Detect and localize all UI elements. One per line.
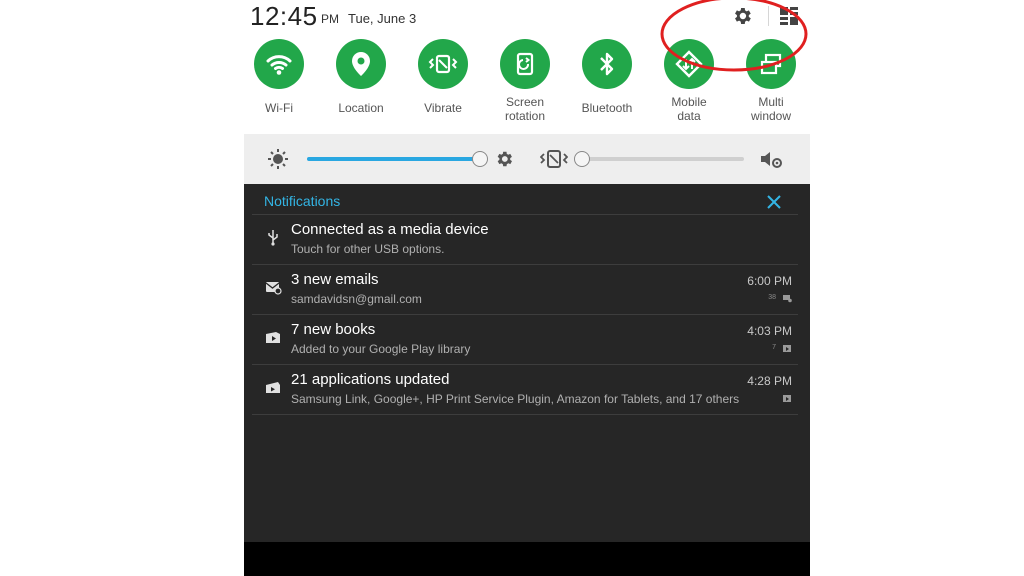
toggle-label: Bluetooth — [581, 101, 633, 115]
vibrate-icon — [428, 54, 458, 74]
toggle-wifi[interactable]: Wi-Fi — [244, 39, 314, 134]
toggle-circle — [582, 39, 632, 89]
notifications-header: Notifications — [264, 193, 341, 209]
navigation-bar — [244, 542, 810, 576]
notification-title: 21 applications updated — [291, 371, 450, 388]
toggle-label: Mobile data — [671, 95, 707, 123]
notification-title: 7 new books — [291, 321, 376, 338]
notification-time: 6:00 PM — [747, 274, 792, 288]
slider-bar — [244, 134, 810, 184]
notification-item-email[interactable]: 3 new emails samdavidsn@gmail.com 6:00 P… — [252, 265, 798, 315]
location-icon — [352, 52, 370, 76]
toggle-label: Vibrate — [424, 101, 462, 115]
play-store-small-icon — [783, 395, 791, 402]
status-date: Tue, June 3 — [348, 11, 417, 26]
vibrate-mode-icon[interactable] — [540, 148, 568, 170]
email-icon — [265, 282, 282, 295]
clock-time: 12:45 — [250, 1, 318, 31]
toggle-label: Wi-Fi — [265, 101, 293, 115]
auto-brightness-gear-icon[interactable] — [494, 149, 514, 169]
notification-subtitle: Samsung Link, Google+, HP Print Service … — [291, 392, 740, 406]
toggle-circle — [500, 39, 550, 89]
notification-title: 3 new emails — [291, 271, 379, 288]
email-small-icon — [783, 295, 792, 303]
notification-subtitle: Touch for other USB options. — [291, 242, 445, 256]
usb-icon — [268, 230, 278, 246]
notification-item-apps-updated[interactable]: 21 applications updated Samsung Link, Go… — [252, 365, 798, 415]
play-store-icon — [266, 382, 280, 393]
screen-rotation-icon — [516, 52, 534, 76]
notification-item-usb[interactable]: Connected as a media device Touch for ot… — [252, 215, 798, 265]
item-divider — [252, 414, 798, 415]
annotation-circle — [660, 0, 808, 72]
notification-title: Connected as a media device — [291, 221, 489, 238]
brightness-slider[interactable] — [307, 157, 480, 161]
wifi-icon — [266, 55, 292, 75]
notification-count: 7 — [772, 344, 776, 351]
notification-subtitle: Added to your Google Play library — [291, 342, 471, 356]
toggle-bluetooth[interactable]: Bluetooth — [572, 39, 642, 134]
volume-slider[interactable] — [580, 157, 744, 161]
toggle-label: Screen rotation — [504, 95, 546, 123]
notification-panel: 12:45 PM Tue, June 3 Wi-Fi Location Vibr… — [244, 0, 810, 576]
notifications-list: Notifications Connected as a media devic… — [244, 184, 810, 542]
notification-time: 4:28 PM — [747, 374, 792, 388]
sound-settings-icon[interactable] — [759, 148, 783, 170]
toggle-screen-rotation[interactable]: Screen rotation — [490, 39, 560, 134]
toggle-circle — [418, 39, 468, 89]
toggle-circle — [336, 39, 386, 89]
play-books-small-icon — [783, 345, 791, 352]
toggle-vibrate[interactable]: Vibrate — [408, 39, 478, 134]
notification-item-books[interactable]: 7 new books Added to your Google Play li… — [252, 315, 798, 365]
notification-time: 4:03 PM — [747, 324, 792, 338]
toggle-label: Multi window — [750, 95, 792, 123]
toggle-circle — [254, 39, 304, 89]
bluetooth-icon — [600, 52, 614, 76]
notification-subtitle: samdavidsn@gmail.com — [291, 292, 422, 306]
brightness-slider-thumb[interactable] — [472, 151, 488, 167]
toggle-location[interactable]: Location — [326, 39, 396, 134]
toggle-label: Location — [338, 101, 384, 115]
brightness-icon — [268, 149, 288, 169]
clock-ampm: PM — [321, 12, 339, 26]
volume-slider-thumb[interactable] — [574, 151, 590, 167]
notification-count: 38 — [768, 294, 776, 301]
close-icon[interactable] — [766, 194, 782, 210]
play-books-icon — [266, 332, 280, 343]
